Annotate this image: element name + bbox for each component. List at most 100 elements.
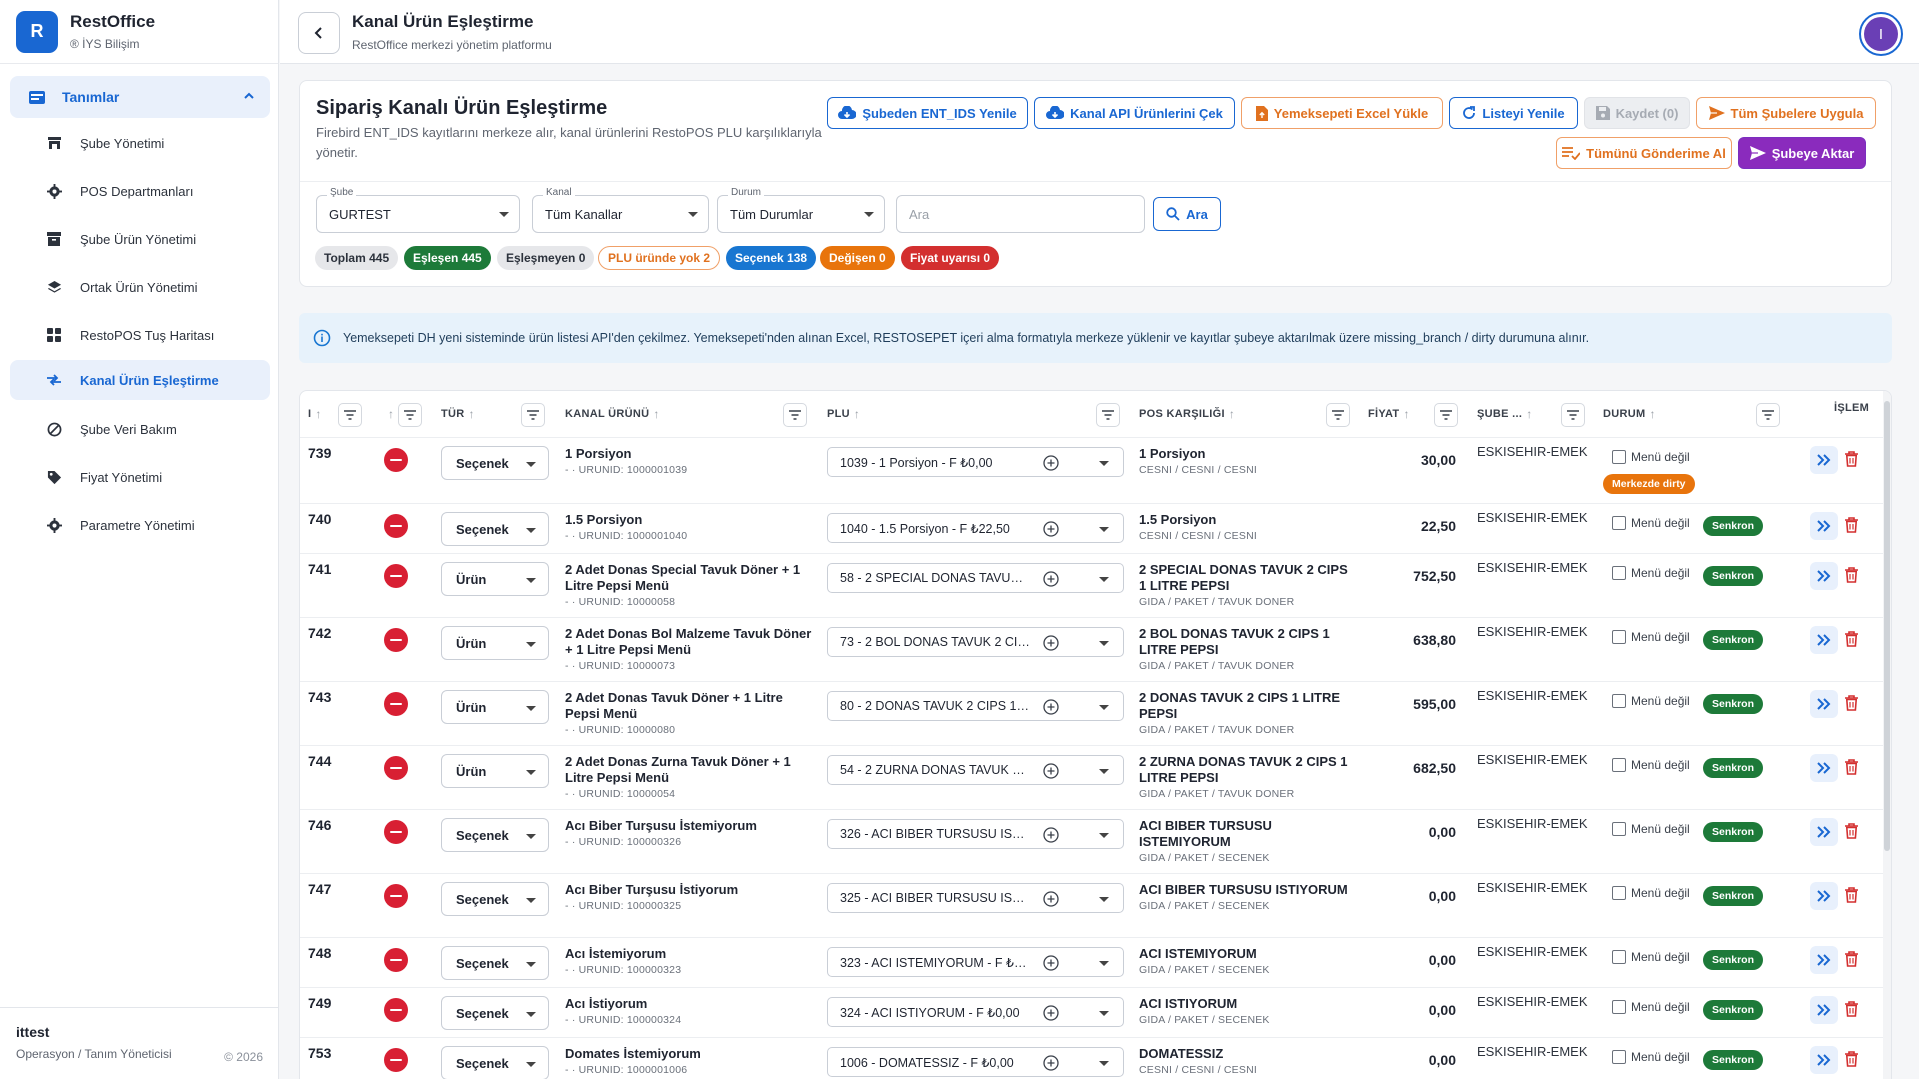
save-button[interactable]: Kaydet (0) bbox=[1584, 97, 1690, 129]
delete-row-button[interactable] bbox=[1845, 517, 1858, 533]
type-select[interactable]: Ürün bbox=[441, 690, 549, 724]
delete-row-button[interactable] bbox=[1845, 451, 1858, 467]
sidebar-item-sube-veri-bakim[interactable]: Şube Veri Bakım bbox=[10, 409, 270, 449]
chip-total[interactable]: Toplam 445 bbox=[315, 246, 399, 270]
table-row[interactable]: 749 Seçenek Acı İstiyorum - · URUNID: 10000… bbox=[300, 987, 1891, 1037]
table-row[interactable]: 748 Seçenek Acı İstemiyorum - · URUNID: 100… bbox=[300, 937, 1891, 987]
plu-select[interactable]: 54 - 2 ZURNA DONAS TAVUK DONER bbox=[827, 755, 1124, 785]
delete-row-button[interactable] bbox=[1845, 631, 1858, 647]
col-header-type[interactable]: TÜR ↑ bbox=[441, 391, 475, 437]
plu-select[interactable]: 1006 - DOMATESSIZ - F ₺0,00 bbox=[827, 1047, 1124, 1077]
channel-select[interactable]: Kanal Tüm Kanallar bbox=[532, 187, 709, 233]
scrollbar[interactable] bbox=[1883, 391, 1891, 1079]
menu-checkbox[interactable]: Menü değil bbox=[1612, 566, 1690, 580]
plu-select[interactable]: 80 - 2 DONAS TAVUK 2 CIPS 1 LITRE bbox=[827, 691, 1124, 721]
col-header-logo[interactable]: ↑ bbox=[384, 391, 394, 437]
delete-row-button[interactable] bbox=[1845, 1001, 1858, 1017]
type-select[interactable]: Seçenek bbox=[441, 1046, 549, 1079]
filter-icon[interactable] bbox=[1756, 403, 1780, 427]
menu-checkbox[interactable]: Menü değil bbox=[1612, 886, 1690, 900]
push-row-button[interactable] bbox=[1810, 512, 1838, 540]
chip-matched[interactable]: Eşleşen 445 bbox=[404, 246, 491, 270]
table-row[interactable]: 746 Seçenek Acı Biber Turşusu İstemiyorum -… bbox=[300, 809, 1891, 873]
menu-checkbox[interactable]: Menü değil bbox=[1612, 950, 1690, 964]
type-select[interactable]: Seçenek bbox=[441, 512, 549, 546]
menu-checkbox[interactable]: Menü değil bbox=[1612, 1000, 1690, 1014]
branch-select[interactable]: Şube GURTEST bbox=[316, 187, 520, 233]
sidebar-item-pos-departmanlari[interactable]: POS Departmanları bbox=[10, 171, 270, 211]
col-header-channel-product[interactable]: KANAL ÜRÜNÜ ↑ bbox=[565, 391, 660, 437]
type-select[interactable]: Seçenek bbox=[441, 946, 549, 980]
chip-unmatched[interactable]: Eşleşmeyen 0 bbox=[497, 246, 595, 270]
type-select[interactable]: Ürün bbox=[441, 562, 549, 596]
chip-price-warning[interactable]: Fiyat uyarısı 0 bbox=[901, 246, 1000, 270]
plu-select[interactable]: 324 - ACI ISTIYORUM - F ₺0,00 bbox=[827, 997, 1124, 1027]
menu-checkbox[interactable]: Menü değil bbox=[1612, 450, 1690, 464]
type-select[interactable]: Seçenek bbox=[441, 882, 549, 916]
checkbox-icon[interactable] bbox=[1612, 450, 1626, 464]
push-row-button[interactable] bbox=[1810, 1046, 1838, 1074]
push-row-button[interactable] bbox=[1810, 626, 1838, 654]
scrollbar-thumb[interactable] bbox=[1884, 401, 1890, 851]
delete-row-button[interactable] bbox=[1845, 951, 1858, 967]
push-row-button[interactable] bbox=[1810, 446, 1838, 474]
table-row[interactable]: 740 Seçenek 1.5 Porsiyon - · URUNID: 100000… bbox=[300, 503, 1891, 553]
back-button[interactable] bbox=[298, 12, 340, 54]
col-header-plu[interactable]: PLU ↑ bbox=[827, 391, 860, 437]
plu-select[interactable]: 73 - 2 BOL DONAS TAVUK 2 CIPS bbox=[827, 627, 1124, 657]
push-row-button[interactable] bbox=[1810, 818, 1838, 846]
apply-all-branches-button[interactable]: Tüm Şubelere Uygula bbox=[1696, 97, 1876, 129]
plu-select[interactable]: 325 - ACI BIBER TURSUSU ISTIYORUM bbox=[827, 883, 1124, 913]
table-row[interactable]: 747 Seçenek Acı Biber Turşusu İstiyorum - ·… bbox=[300, 873, 1891, 937]
plu-select[interactable]: 1040 - 1.5 Porsiyon - F ₺22,50 bbox=[827, 513, 1124, 543]
col-header-pos[interactable]: POS KARŞILIĞI ↑ bbox=[1139, 391, 1235, 437]
push-row-button[interactable] bbox=[1810, 690, 1838, 718]
filter-icon[interactable] bbox=[338, 403, 362, 427]
push-row-button[interactable] bbox=[1810, 946, 1838, 974]
sidebar-item-fiyat-yonetimi[interactable]: Fiyat Yönetimi bbox=[10, 457, 270, 497]
delete-row-button[interactable] bbox=[1845, 759, 1858, 775]
push-to-branch-button[interactable]: Şubeye Aktar bbox=[1738, 137, 1866, 169]
filter-icon[interactable] bbox=[1326, 403, 1350, 427]
add-circle-icon[interactable] bbox=[1043, 1055, 1059, 1071]
push-row-button[interactable] bbox=[1810, 754, 1838, 782]
delete-row-button[interactable] bbox=[1845, 887, 1858, 903]
search-input[interactable]: Ara bbox=[896, 195, 1145, 233]
chip-option[interactable]: Seçenek 138 bbox=[726, 246, 817, 270]
menu-checkbox[interactable]: Menü değil bbox=[1612, 630, 1690, 644]
add-circle-icon[interactable] bbox=[1043, 827, 1059, 843]
nav-group-tanimlar[interactable]: Tanımlar bbox=[10, 76, 270, 118]
type-select[interactable]: Seçenek bbox=[441, 818, 549, 852]
delete-row-button[interactable] bbox=[1845, 823, 1858, 839]
col-header-price[interactable]: FİYAT ↑ bbox=[1368, 391, 1410, 437]
filter-icon[interactable] bbox=[521, 403, 545, 427]
sidebar-item-restopos-tus-haritasi[interactable]: RestoPOS Tuş Haritası bbox=[10, 315, 270, 355]
checkbox-icon[interactable] bbox=[1612, 566, 1626, 580]
type-select[interactable]: Ürün bbox=[441, 626, 549, 660]
send-all-button[interactable]: Tümünü Gönderime Al bbox=[1556, 137, 1732, 169]
checkbox-icon[interactable] bbox=[1612, 758, 1626, 772]
add-circle-icon[interactable] bbox=[1043, 571, 1059, 587]
avatar[interactable]: I bbox=[1859, 12, 1903, 56]
delete-row-button[interactable] bbox=[1845, 1051, 1858, 1067]
sidebar-item-kanal-urun-eslestirme[interactable]: Kanal Ürün Eşleştirme bbox=[10, 360, 270, 400]
checkbox-icon[interactable] bbox=[1612, 516, 1626, 530]
chip-changed[interactable]: Değişen 0 bbox=[820, 246, 895, 270]
push-row-button[interactable] bbox=[1810, 996, 1838, 1024]
menu-checkbox[interactable]: Menü değil bbox=[1612, 694, 1690, 708]
checkbox-icon[interactable] bbox=[1612, 950, 1626, 964]
add-circle-icon[interactable] bbox=[1043, 763, 1059, 779]
checkbox-icon[interactable] bbox=[1612, 822, 1626, 836]
plu-select[interactable]: 326 - ACI BIBER TURSUSU ISTEMIYORUM bbox=[827, 819, 1124, 849]
table-row[interactable]: 744 Ürün 2 Adet Donas Zurna Tavuk Döner + … bbox=[300, 745, 1891, 809]
add-circle-icon[interactable] bbox=[1043, 521, 1059, 537]
delete-row-button[interactable] bbox=[1845, 695, 1858, 711]
menu-checkbox[interactable]: Menü değil bbox=[1612, 758, 1690, 772]
checkbox-icon[interactable] bbox=[1612, 1000, 1626, 1014]
table-row[interactable]: 739 Seçenek 1 Porsiyon - · URUNID: 10000010… bbox=[300, 437, 1891, 503]
delete-row-button[interactable] bbox=[1845, 567, 1858, 583]
plu-select[interactable]: 323 - ACI ISTEMIYORUM - F ₺0,00 bbox=[827, 947, 1124, 977]
refresh-list-button[interactable]: Listeyi Yenile bbox=[1449, 97, 1578, 129]
filter-icon[interactable] bbox=[398, 403, 422, 427]
table-row[interactable]: 743 Ürün 2 Adet Donas Tavuk Döner + 1 Litr… bbox=[300, 681, 1891, 745]
